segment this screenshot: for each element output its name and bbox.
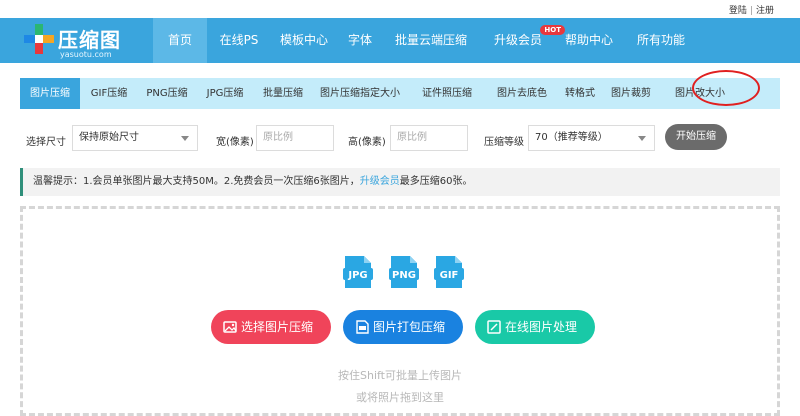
upload-dropzone[interactable]: JPG PNG GIF 选择图片压缩 图片打包压缩 在线图片处理 按住Shift…	[20, 206, 780, 416]
highlight-circle	[692, 70, 760, 106]
nav-all-features[interactable]: 所有功能	[621, 18, 701, 63]
online-edit-button[interactable]: 在线图片处理	[475, 310, 595, 344]
chevron-down-icon	[181, 136, 189, 141]
hint-drag: 或将照片拖到这里	[356, 391, 444, 404]
gif-file-icon: GIF	[434, 256, 464, 288]
jpg-label: JPG	[347, 270, 367, 281]
main-nav: 首页 在线PS 模板中心 字体 批量云端压缩 升级会员 HOT 帮助中心 所有功能	[153, 18, 701, 63]
nav-fonts[interactable]: 字体	[337, 18, 383, 63]
jpg-file-icon: JPG	[343, 256, 373, 288]
register-link[interactable]: 注册	[756, 3, 774, 16]
height-label: 高(像素)	[348, 137, 386, 148]
zip-file-icon	[356, 320, 369, 334]
notice-text-end: 最多压缩60张。	[399, 176, 473, 187]
tab-remove-background[interactable]: 图片去底色	[486, 78, 558, 109]
login-link[interactable]: 登陆	[729, 3, 747, 16]
tab-compress-to-size[interactable]: 图片压缩指定大小	[312, 78, 408, 109]
top-strip: 登陆 | 注册	[0, 0, 800, 18]
start-compress-button[interactable]: 开始压缩	[665, 124, 727, 150]
size-select[interactable]: 保持原始尺寸	[72, 125, 198, 151]
png-label: PNG	[392, 270, 416, 281]
width-input[interactable]: 原比例	[256, 125, 334, 151]
size-select-value: 保持原始尺寸	[79, 132, 139, 143]
select-image-label: 选择图片压缩	[241, 320, 314, 334]
tab-id-photo-compress[interactable]: 证件照压缩	[408, 78, 486, 109]
level-select[interactable]: 70（推荐等级）	[528, 125, 655, 151]
tab-convert-format[interactable]: 转格式	[558, 78, 602, 109]
nav-help[interactable]: 帮助中心	[557, 18, 621, 63]
nav-templates[interactable]: 模板中心	[271, 18, 337, 63]
chevron-down-icon	[638, 136, 646, 141]
width-placeholder: 原比例	[263, 132, 293, 143]
tab-image-crop[interactable]: 图片裁剪	[602, 78, 660, 109]
tab-gif-compress[interactable]: GIF压缩	[80, 78, 138, 109]
logo-subtitle: yasuotu.com	[60, 50, 112, 59]
gif-label: GIF	[440, 270, 459, 281]
tab-jpg-compress[interactable]: JPG压缩	[196, 78, 254, 109]
select-image-button[interactable]: 选择图片压缩	[211, 310, 331, 344]
pack-compress-label: 图片打包压缩	[373, 320, 446, 334]
logo-title: 压缩图	[58, 28, 121, 52]
level-select-value: 70（推荐等级）	[535, 132, 608, 143]
notice-text: 温馨提示：1.会员单张图片最大支持50M。2.免费会员一次压缩6张图片，	[33, 176, 360, 187]
height-input[interactable]: 原比例	[390, 125, 468, 151]
png-file-icon: PNG	[389, 256, 419, 288]
upgrade-link[interactable]: 升级会员	[360, 176, 400, 187]
height-placeholder: 原比例	[397, 132, 427, 143]
nav-batch-cloud[interactable]: 批量云端压缩	[383, 18, 479, 63]
notice-bar: 温馨提示：1.会员单张图片最大支持50M。2.免费会员一次压缩6张图片，升级会员…	[20, 168, 780, 196]
nav-upgrade[interactable]: 升级会员 HOT	[479, 18, 565, 63]
account-links: 登陆 | 注册	[729, 3, 774, 16]
logo-cross-icon	[24, 24, 54, 54]
hint-shift: 按住Shift可批量上传图片	[337, 369, 462, 382]
image-upload-icon	[223, 321, 237, 333]
tab-png-compress[interactable]: PNG压缩	[138, 78, 196, 109]
edit-image-icon	[487, 320, 501, 334]
nav-home[interactable]: 首页	[153, 18, 207, 63]
nav-online-ps[interactable]: 在线PS	[207, 18, 271, 63]
logo[interactable]: 压缩图 yasuotu.com	[24, 22, 164, 60]
tab-image-compress[interactable]: 图片压缩	[20, 78, 80, 109]
level-label: 压缩等级	[484, 137, 524, 148]
tab-batch-compress[interactable]: 批量压缩	[254, 78, 312, 109]
header: 压缩图 yasuotu.com 首页 在线PS 模板中心 字体 批量云端压缩 升…	[0, 18, 800, 63]
width-label: 宽(像素)	[216, 137, 254, 148]
online-edit-label: 在线图片处理	[505, 320, 578, 334]
link-separator: |	[749, 6, 753, 16]
size-label: 选择尺寸	[26, 137, 66, 148]
pack-compress-button[interactable]: 图片打包压缩	[343, 310, 463, 344]
tool-tabs: 图片压缩 GIF压缩 PNG压缩 JPG压缩 批量压缩 图片压缩指定大小 证件照…	[20, 78, 780, 109]
